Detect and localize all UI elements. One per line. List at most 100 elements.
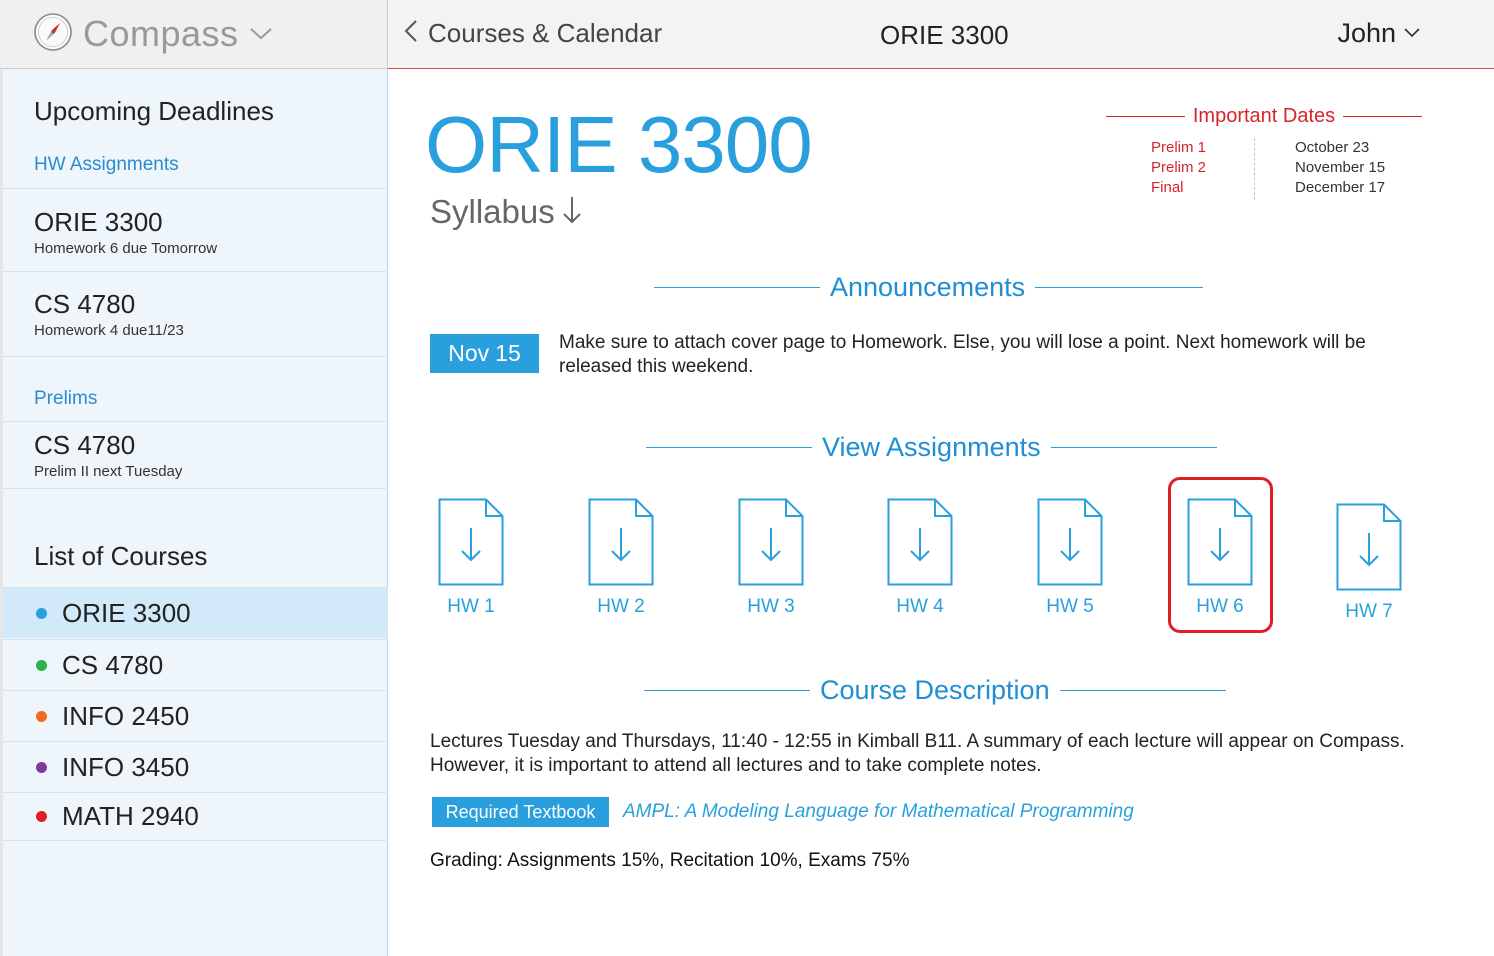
exam-date: December 17	[1295, 179, 1386, 196]
course-label: CS 4780	[62, 649, 164, 680]
assignment-hw-1[interactable]: HW 1	[426, 498, 516, 618]
divider	[1106, 116, 1185, 117]
exam-names: Prelim 1 Prelim 2 Final	[1151, 138, 1206, 198]
assignment-label: HW 2	[597, 596, 645, 617]
announcements-heading: Announcements	[830, 272, 1026, 302]
user-name: John	[1337, 18, 1396, 48]
file-download-icon	[1025, 498, 1115, 586]
brand-menu[interactable]: Compass	[0, 0, 388, 69]
syllabus-link[interactable]: Syllabus	[430, 193, 583, 231]
divider	[1059, 690, 1226, 691]
course-page: ORIE 3300 Syllabus Important Dates Preli…	[389, 69, 1494, 956]
chevron-down-icon[interactable]	[249, 27, 273, 46]
divider	[1254, 138, 1255, 200]
deadline-course: ORIE 3300	[34, 207, 163, 237]
prelims-section: Prelims	[3, 356, 388, 421]
selected-assignment-highlight	[1168, 477, 1273, 633]
back-button[interactable]: Courses & Calendar	[404, 18, 662, 49]
assignment-hw-4[interactable]: HW 4	[875, 498, 965, 618]
course-color-dot	[36, 811, 47, 822]
arrow-down-icon	[555, 194, 583, 231]
view-assignments-heading: View Assignments	[822, 432, 1041, 462]
deadline-item[interactable]: CS 4780 Homework 4 due11/23	[3, 271, 388, 356]
assignment-hw-3[interactable]: HW 3	[726, 498, 816, 618]
important-dates-heading: Important Dates	[1192, 105, 1336, 127]
course-item-math-2940[interactable]: MATH 2940	[3, 792, 388, 841]
announcement-date-badge: Nov 15	[430, 334, 539, 373]
exam-dates: October 23 November 15 December 17	[1295, 138, 1385, 198]
course-color-dot	[36, 761, 47, 773]
divider	[646, 447, 812, 448]
required-textbook-badge: Required Textbook	[432, 797, 609, 827]
important-dates-header: Important Dates	[1106, 105, 1423, 128]
divider	[1035, 287, 1204, 288]
grading-text: Grading: Assignments 15%, Recitation 10%…	[430, 850, 910, 871]
assignment-hw-7[interactable]: HW 7	[1324, 503, 1414, 623]
course-item-info-3450[interactable]: INFO 3450	[3, 741, 388, 792]
course-color-dot	[36, 659, 47, 671]
course-color-dot	[36, 710, 47, 722]
exam-date: October 23	[1295, 139, 1370, 156]
course-label: INFO 3450	[62, 751, 190, 782]
course-item-cs-4780[interactable]: CS 4780	[3, 639, 388, 690]
course-title: ORIE 3300	[425, 100, 813, 189]
deadline-detail: Homework 6 due Tomorrow	[34, 240, 218, 257]
course-label: MATH 2940	[62, 801, 199, 831]
upcoming-deadlines-heading: Upcoming Deadlines	[34, 96, 274, 126]
assignment-hw-5[interactable]: HW 5	[1025, 498, 1115, 618]
announcement-month: Nov	[448, 340, 490, 366]
important-dates: Important Dates Prelim 1 Prelim 2 Final …	[1106, 105, 1423, 200]
deadline-course: CS 4780	[34, 289, 136, 319]
exam-date: November 15	[1295, 159, 1386, 176]
nav-title: ORIE 3300	[880, 20, 1009, 50]
assignment-label: HW 4	[896, 596, 944, 617]
course-description-text: Lectures Tuesday and Thursdays, 11:40 - …	[430, 731, 1405, 776]
exam-name: Prelim 2	[1151, 159, 1207, 176]
course-label: ORIE 3300	[62, 597, 191, 628]
list-of-courses-heading: List of Courses	[34, 541, 208, 571]
announcement-day: 15	[495, 340, 521, 366]
file-download-icon	[1324, 503, 1414, 591]
exam-name: Prelim 1	[1151, 139, 1207, 156]
deadline-detail: Prelim II next Tuesday	[34, 463, 183, 480]
textbook-link[interactable]: AMPL: A Modeling Language for Mathematic…	[623, 801, 1134, 823]
chevron-left-icon	[404, 19, 418, 48]
deadline-item[interactable]: ORIE 3300 Homework 6 due Tomorrow	[3, 188, 388, 271]
user-menu[interactable]: John	[1337, 18, 1420, 49]
assignment-label: HW 7	[1345, 601, 1393, 622]
file-download-icon	[576, 498, 666, 586]
divider	[654, 287, 820, 288]
course-color-dot	[36, 607, 47, 619]
sidebar: Upcoming Deadlines HW Assignments ORIE 3…	[0, 69, 388, 956]
divider	[1050, 447, 1217, 448]
file-download-icon	[726, 498, 816, 586]
course-item-info-2450[interactable]: INFO 2450	[3, 690, 388, 741]
important-dates-table: Prelim 1 Prelim 2 Final October 23 Novem…	[1106, 138, 1422, 200]
brand-name: Compass	[83, 13, 239, 54]
hw-assignments-heading: HW Assignments	[34, 154, 179, 175]
announcements-header: Announcements	[654, 272, 1204, 303]
chevron-down-icon	[1396, 25, 1420, 43]
course-description-heading: Course Description	[820, 675, 1050, 705]
assignment-hw-2[interactable]: HW 2	[576, 498, 666, 618]
back-label: Courses & Calendar	[428, 18, 663, 48]
compass-icon	[33, 12, 73, 57]
view-assignments-header: View Assignments	[646, 432, 1217, 463]
file-download-icon	[426, 498, 516, 586]
assignment-label: HW 5	[1046, 596, 1094, 617]
course-item-orie-3300[interactable]: ORIE 3300	[3, 587, 388, 638]
course-label: INFO 2450	[62, 700, 190, 731]
assignment-label: HW 3	[747, 596, 795, 617]
divider	[1343, 116, 1423, 117]
nav-bar: Courses & Calendar ORIE 3300 John	[388, 0, 1494, 69]
announcement-text: Make sure to attach cover page to Homewo…	[559, 332, 1366, 377]
deadline-detail: Homework 4 due11/23	[34, 322, 184, 339]
file-download-icon	[875, 498, 965, 586]
deadline-course: CS 4780	[34, 430, 136, 460]
syllabus-label: Syllabus	[430, 193, 555, 230]
deadline-item[interactable]: CS 4780 Prelim II next Tuesday	[3, 421, 388, 489]
top-bar: Compass Courses & Calendar ORIE 3300 Joh…	[0, 0, 1494, 69]
assignment-label: HW 1	[447, 596, 495, 617]
prelims-heading: Prelims	[34, 388, 98, 409]
course-description-header: Course Description	[644, 675, 1226, 706]
